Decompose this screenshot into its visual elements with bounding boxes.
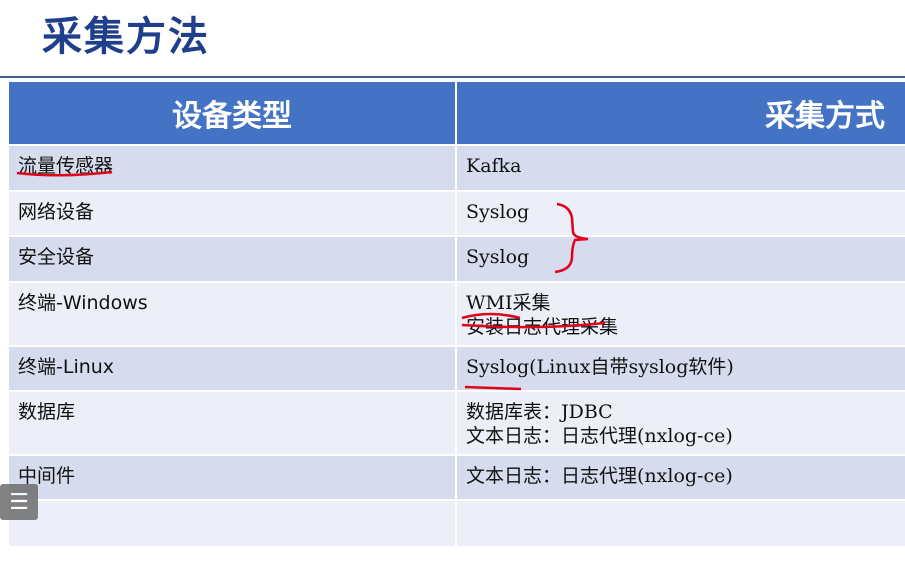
table-row: 安全设备 Syslog xyxy=(9,235,905,282)
method-cell: WMI采集 安装日志代理采集 xyxy=(455,281,905,346)
device-cell: 流量传感器 xyxy=(9,144,456,191)
device-cell: 安全设备 xyxy=(9,235,456,282)
device-cell: 数据库 xyxy=(9,390,456,455)
device-cell: 中间件 xyxy=(9,454,456,500)
table-row: 终端-Windows WMI采集 安装日志代理采集 xyxy=(9,281,905,346)
table-row: 网络设备 Syslog xyxy=(9,190,905,236)
method-cell: 数据库表：JDBC 文本日志：日志代理(nxlog-ce) xyxy=(455,390,905,455)
method-cell: Syslog xyxy=(455,190,905,236)
method-cell xyxy=(455,499,905,546)
method-cell: Syslog(Linux自带syslog软件) xyxy=(455,345,905,391)
table-row: 终端-Linux Syslog(Linux自带syslog软件) xyxy=(9,345,905,391)
table-row: 中间件 文本日志：日志代理(nxlog-ce) xyxy=(9,454,905,500)
header-device-type: 设备类型 xyxy=(9,82,456,145)
method-cell: Kafka xyxy=(455,144,905,191)
table-row xyxy=(9,499,905,546)
table-row: 流量传感器 Kafka xyxy=(9,144,905,191)
device-cell: 终端-Windows xyxy=(9,281,456,346)
table-row: 数据库 数据库表：JDBC 文本日志：日志代理(nxlog-ce) xyxy=(9,390,905,455)
title-divider xyxy=(0,76,905,78)
method-cell: Syslog xyxy=(455,235,905,282)
collection-methods-table: 设备类型 采集方式 流量传感器 Kafka 网络设备 Syslog 安全设备 S… xyxy=(9,82,905,546)
device-cell xyxy=(9,499,456,546)
slide-title: 采集方法 xyxy=(42,14,210,60)
method-cell: 文本日志：日志代理(nxlog-ce) xyxy=(455,454,905,500)
header-collection-method: 采集方式 xyxy=(455,82,905,145)
list-menu-icon[interactable]: ☰ xyxy=(0,484,38,520)
device-cell: 网络设备 xyxy=(9,190,456,236)
device-cell: 终端-Linux xyxy=(9,345,456,391)
